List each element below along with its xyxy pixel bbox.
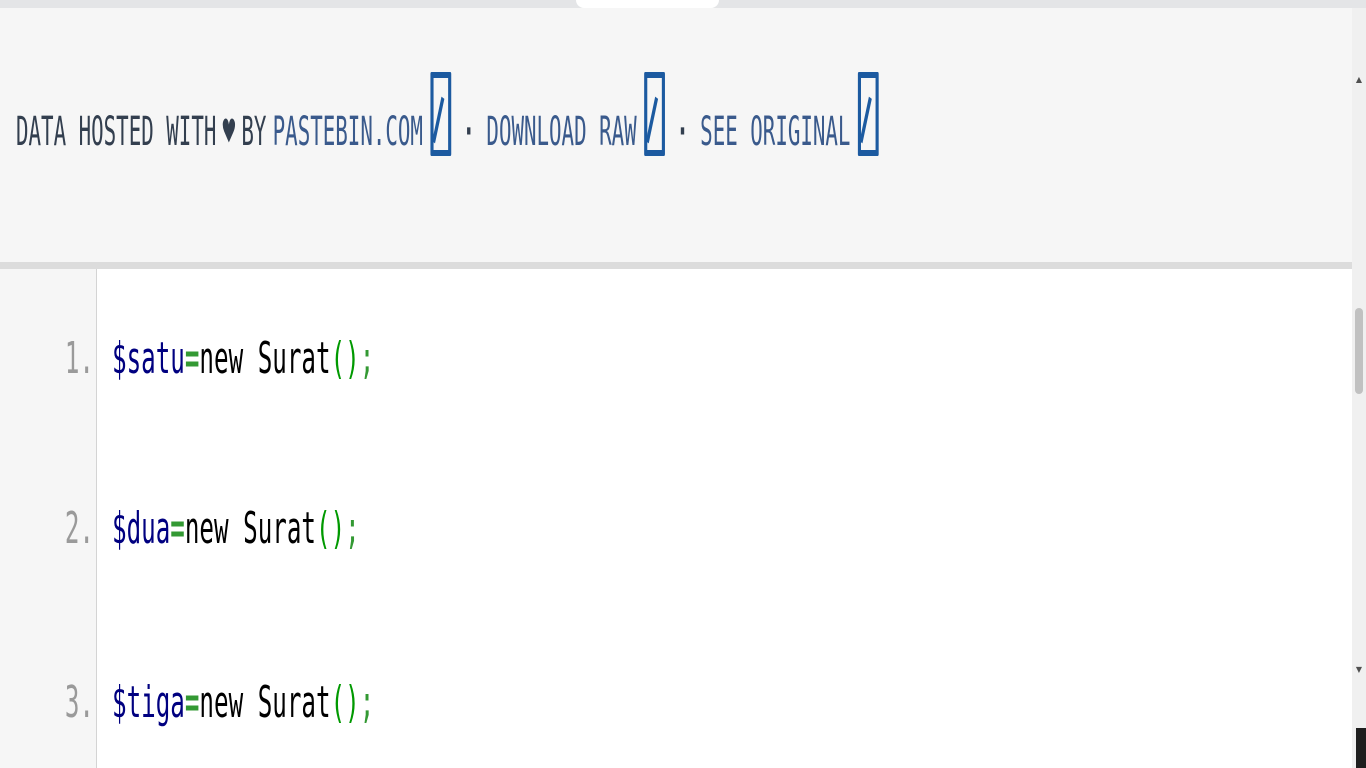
code-line: 3. $tiga=new Surat(); <box>0 658 1352 748</box>
scrollbar-thumb[interactable] <box>1355 308 1363 394</box>
code-operator: = <box>184 333 200 384</box>
code-paren-open: ( <box>315 503 331 554</box>
external-link-icon[interactable] <box>857 72 879 156</box>
code-text: $tiga=new Surat(); <box>112 658 374 748</box>
external-link-icon[interactable] <box>643 72 665 156</box>
code-keyword: new <box>184 503 229 554</box>
code-semicolon: ; <box>345 503 360 554</box>
code-semicolon: ; <box>359 677 375 728</box>
code-operator: = <box>184 677 200 728</box>
credit-by: BY <box>241 109 267 155</box>
see-original-link[interactable]: SEE ORIGINAL <box>700 104 850 160</box>
credit-bar: DATA HOSTED WITH ♥ BY PASTEBIN.COM · DOW… <box>16 60 879 160</box>
code-paren-close: ) <box>330 503 346 554</box>
code-paren-close: ) <box>345 333 360 384</box>
code-text: $satu=new Surat(); <box>112 314 374 404</box>
separator-dot: · <box>462 109 475 155</box>
code-paren-close: ) <box>345 677 360 728</box>
code-line: 2. $dua=new Surat(); <box>0 484 1352 574</box>
code-variable: $satu <box>112 333 185 384</box>
credit-prefix: DATA HOSTED WITH <box>16 109 217 155</box>
scroll-up-arrow-icon[interactable]: ▲ <box>1352 70 1366 90</box>
browser-tab-notch <box>576 0 719 8</box>
code-paren-open: ( <box>330 333 346 384</box>
line-number: 2. <box>64 503 94 554</box>
code-text: $dua=new Surat(); <box>112 484 360 574</box>
code-line: 1. $satu=new Surat(); <box>0 314 1352 404</box>
browser-top-strip <box>0 0 1366 8</box>
pastebin-embed: DATA HOSTED WITH ♥ BY PASTEBIN.COM · DOW… <box>0 8 1352 768</box>
code-keyword: new <box>199 677 244 728</box>
code-variable: $tiga <box>112 677 185 728</box>
pastebin-link[interactable]: PASTEBIN.COM <box>273 104 423 160</box>
line-number: 1. <box>64 333 94 384</box>
embed-header: DATA HOSTED WITH ♥ BY PASTEBIN.COM · DOW… <box>0 8 1352 262</box>
separator-dot: · <box>676 109 689 155</box>
header-divider <box>0 262 1352 269</box>
code-class: Surat <box>243 503 316 554</box>
download-raw-link[interactable]: DOWNLOAD RAW <box>486 104 636 160</box>
scroll-down-arrow-icon[interactable]: ▼ <box>1352 660 1366 680</box>
code-keyword: new <box>199 333 244 384</box>
code-class: Surat <box>257 677 331 728</box>
code-semicolon: ; <box>359 333 375 384</box>
code-paren-open: ( <box>330 677 346 728</box>
heart-icon: ♥ <box>222 109 236 155</box>
window-corner <box>1356 728 1366 768</box>
code-variable: $dua <box>112 503 171 554</box>
code-operator: = <box>170 503 185 554</box>
line-number: 3. <box>64 677 94 728</box>
external-link-icon[interactable] <box>430 72 452 156</box>
vertical-scrollbar[interactable]: ▲ ▼ <box>1352 8 1366 768</box>
code-class: Surat <box>257 333 331 384</box>
